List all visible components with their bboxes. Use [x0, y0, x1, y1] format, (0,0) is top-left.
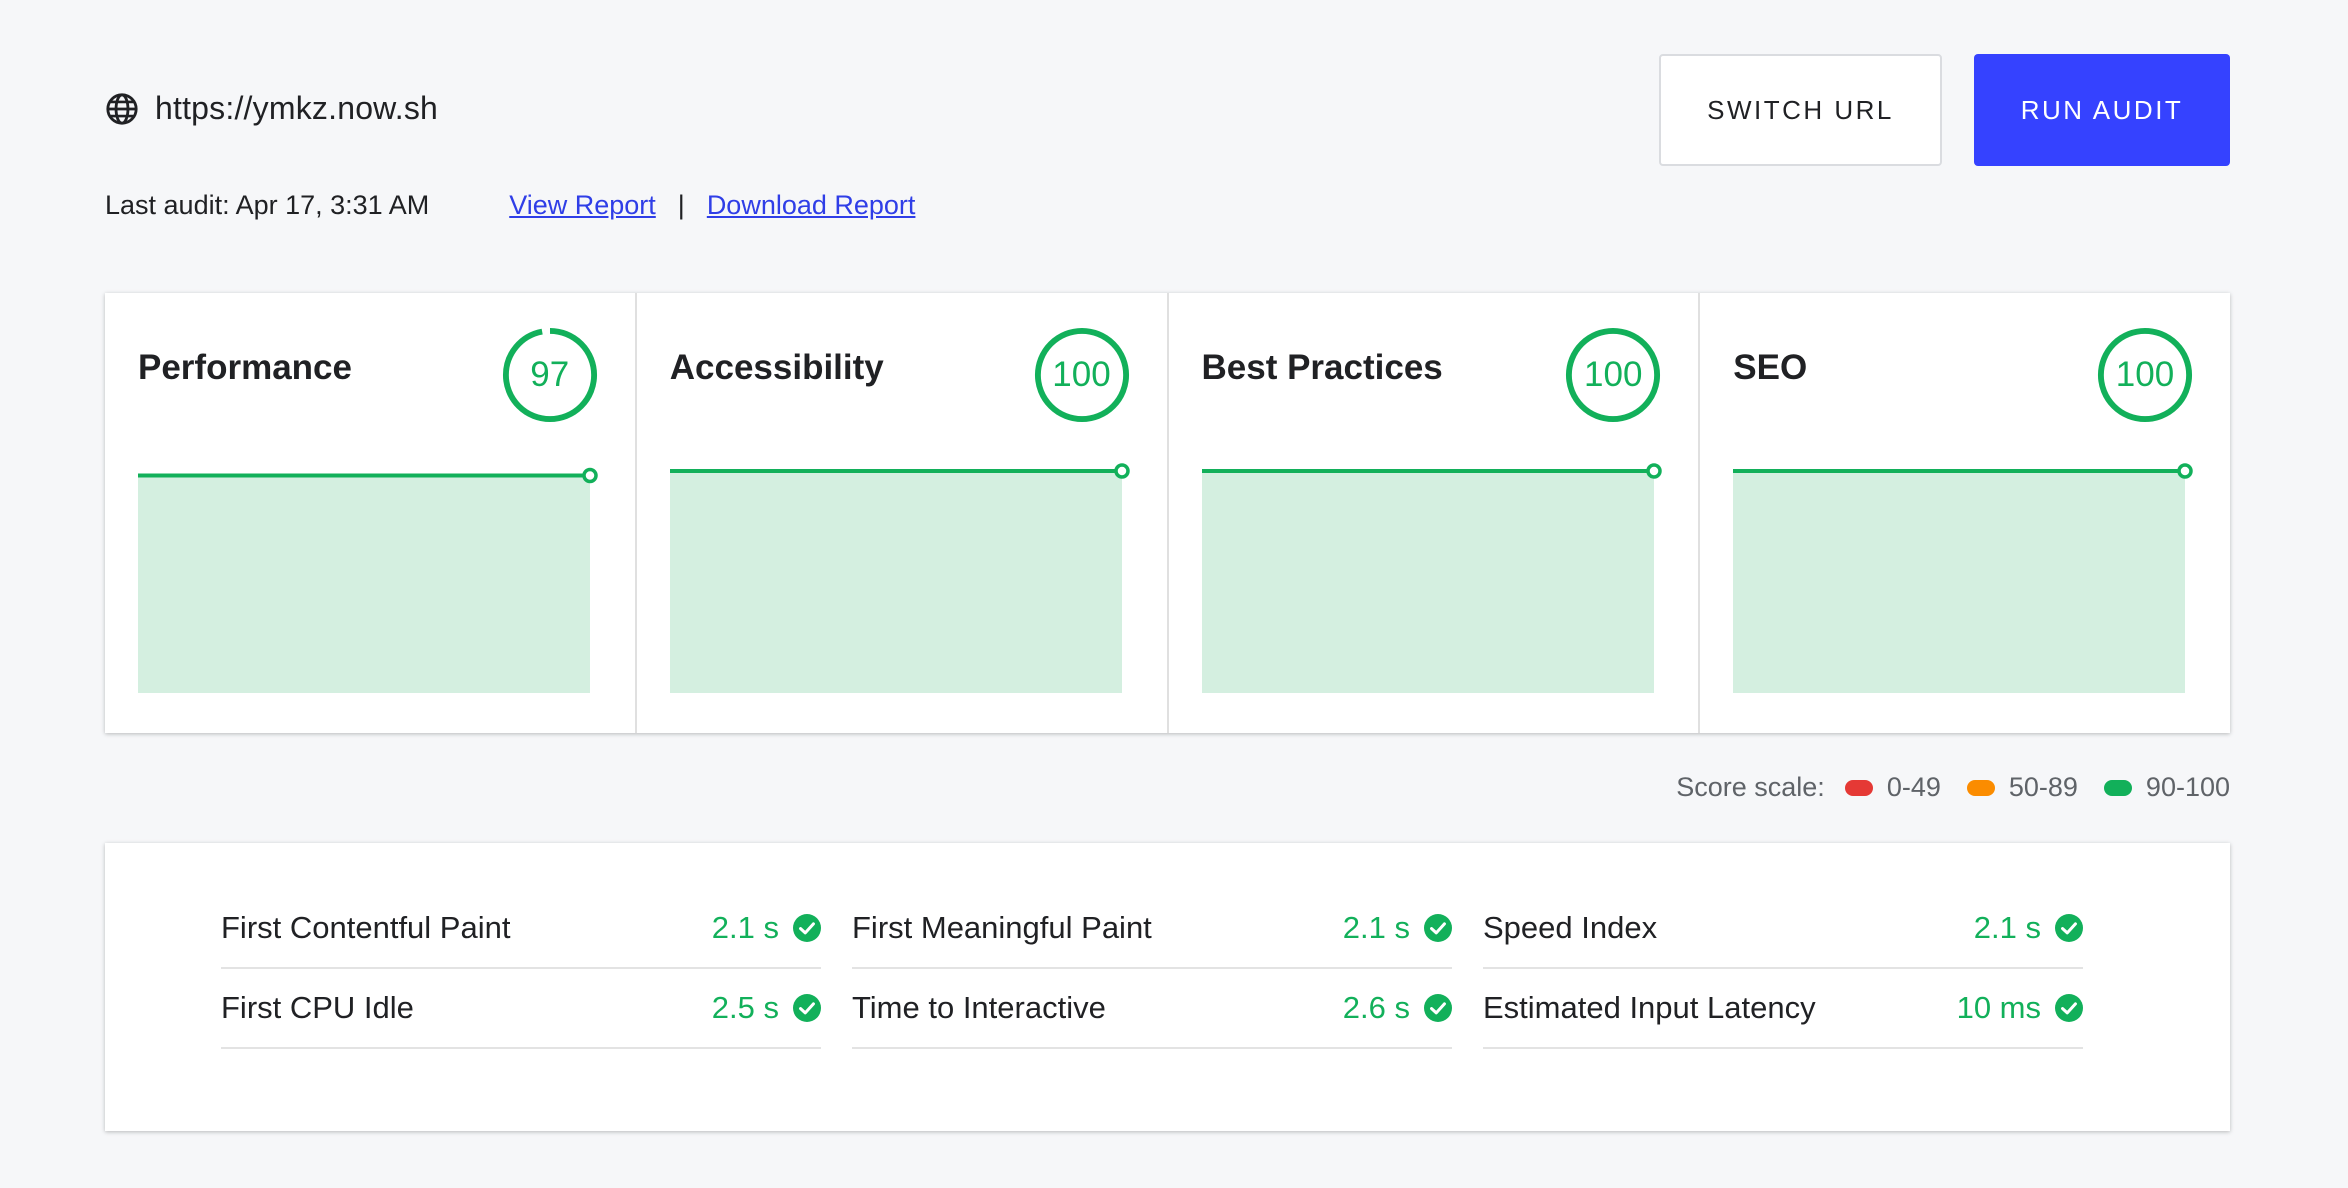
metric-first-meaningful-paint: First Meaningful Paint 2.1 s	[852, 889, 1452, 969]
check-circle-icon	[793, 914, 821, 942]
card-title: Accessibility	[669, 348, 884, 387]
card-title: Best Practices	[1201, 348, 1443, 387]
history-area	[1733, 471, 2186, 693]
history-point[interactable]	[2177, 463, 2193, 479]
metrics-grid: First Contentful Paint 2.1 s First Meani…	[221, 889, 2083, 1049]
score-scale-label: Score scale:	[1676, 772, 1825, 802]
run-audit-button[interactable]: RUN AUDIT	[1974, 54, 2230, 166]
score-value: 100	[1052, 355, 1111, 394]
score-card-best-practices[interactable]: Best Practices 100	[1169, 293, 1701, 733]
check-circle-icon	[2055, 994, 2083, 1022]
good-range-label: 90-100	[2145, 772, 2230, 802]
check-circle-icon	[1424, 914, 1452, 942]
check-circle-icon	[1424, 994, 1452, 1022]
score-history-chart	[669, 463, 1130, 693]
metric-value: 2.1 s	[1973, 910, 2041, 945]
history-area	[138, 475, 590, 693]
metric-name: First Contentful Paint	[221, 910, 511, 945]
metric-first-cpu-idle: First CPU Idle 2.5 s	[221, 969, 821, 1049]
metric-name: Estimated Input Latency	[1483, 990, 1816, 1025]
history-point[interactable]	[1114, 463, 1130, 479]
history-point[interactable]	[582, 467, 598, 484]
url-display: https://ymkz.now.sh	[105, 90, 438, 127]
card-title: Performance	[138, 348, 352, 387]
score-card-seo[interactable]: SEO 100	[1700, 293, 2230, 733]
metric-first-contentful-paint: First Contentful Paint 2.1 s	[221, 889, 821, 969]
metrics-panel: First Contentful Paint 2.1 s First Meani…	[105, 843, 2230, 1131]
average-range-label: 50-89	[2008, 772, 2078, 802]
good-range-swatch	[2103, 779, 2132, 796]
metric-name: First Meaningful Paint	[852, 910, 1152, 945]
poor-range-swatch	[1844, 779, 1873, 796]
last-audit-text: Last audit: Apr 17, 3:31 AM	[105, 190, 430, 220]
metric-value: 2.1 s	[711, 910, 779, 945]
metric-estimated-input-latency: Estimated Input Latency 10 ms	[1483, 969, 2083, 1049]
score-history-chart	[138, 467, 598, 693]
view-report-link[interactable]: View Report	[509, 190, 656, 221]
metric-name: First CPU Idle	[221, 990, 414, 1025]
audited-url: https://ymkz.now.sh	[155, 90, 439, 126]
metric-name: Time to Interactive	[852, 990, 1106, 1025]
check-circle-icon	[793, 994, 821, 1022]
metric-speed-index: Speed Index 2.1 s	[1483, 889, 2083, 969]
metric-value: 10 ms	[1956, 990, 2041, 1025]
score-value: 97	[530, 355, 570, 394]
metric-name: Speed Index	[1483, 910, 1658, 945]
check-circle-icon	[2055, 914, 2083, 942]
globe-icon	[106, 92, 138, 125]
card-title: SEO	[1733, 348, 1808, 387]
metric-value: 2.1 s	[1342, 910, 1410, 945]
score-cards: Performance 97 Accessibility 100 Best Pr…	[105, 293, 2230, 733]
metric-time-to-interactive: Time to Interactive 2.6 s	[852, 969, 1452, 1049]
download-report-link[interactable]: Download Report	[707, 190, 916, 221]
audit-meta: Last audit: Apr 17, 3:31 AM View Report …	[105, 190, 915, 221]
score-history-chart	[1733, 463, 2193, 693]
score-card-accessibility[interactable]: Accessibility 100	[637, 293, 1169, 733]
average-range-swatch	[1966, 779, 1995, 796]
score-value: 100	[1584, 355, 1643, 394]
metric-value: 2.6 s	[1342, 990, 1410, 1025]
history-area	[1201, 471, 1654, 693]
switch-url-button[interactable]: SWITCH URL	[1659, 54, 1942, 166]
score-history-chart	[1201, 463, 1662, 693]
link-separator: |	[677, 190, 685, 220]
score-scale-legend: Score scale: 0-49 50-89 90-100	[1676, 772, 2230, 803]
poor-range-label: 0-49	[1886, 772, 1941, 802]
metric-value: 2.5 s	[711, 990, 779, 1025]
score-value: 100	[2115, 355, 2175, 394]
history-area	[669, 471, 1122, 693]
history-point[interactable]	[1645, 463, 1662, 479]
score-card-performance[interactable]: Performance 97	[105, 293, 637, 733]
